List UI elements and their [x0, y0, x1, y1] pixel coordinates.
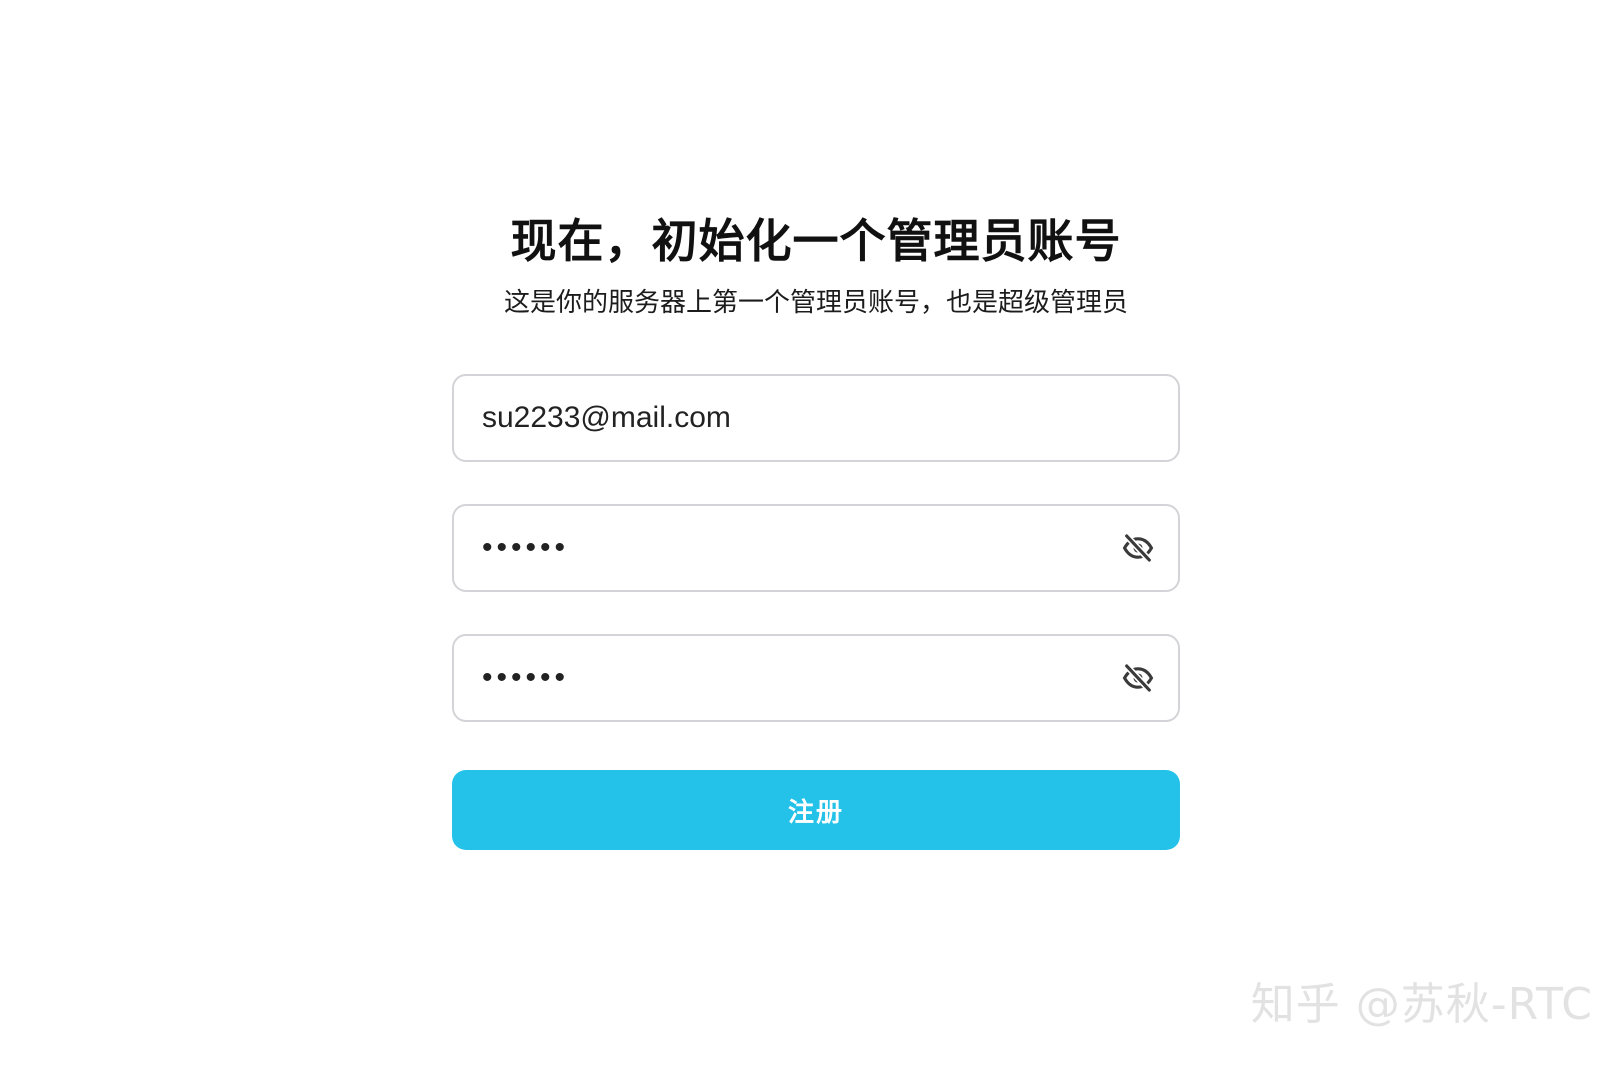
register-button[interactable]: 注册 [452, 770, 1180, 850]
password-field[interactable] [454, 506, 1178, 590]
eye-off-icon[interactable] [1120, 530, 1156, 566]
confirm-password-field-container [452, 634, 1180, 722]
page-subtitle: 这是你的服务器上第一个管理员账号，也是超级管理员 [503, 288, 1128, 318]
watermark: 知乎 @苏秋-RTC [1250, 979, 1593, 1030]
email-field[interactable] [454, 376, 1178, 460]
page: 现在，初始化一个管理员账号 这是你的服务器上第一个管理员账号，也是超级管理员 s… [0, 0, 1617, 1068]
page-title: 现在，初始化一个管理员账号 [510, 214, 1122, 268]
eye-off-icon[interactable] [1120, 660, 1156, 696]
password-field-container [452, 504, 1180, 592]
email-field-container [452, 374, 1180, 462]
confirm-password-field[interactable] [454, 636, 1178, 720]
register-form: 现在，初始化一个管理员账号 这是你的服务器上第一个管理员账号，也是超级管理员 s… [452, 210, 1180, 850]
